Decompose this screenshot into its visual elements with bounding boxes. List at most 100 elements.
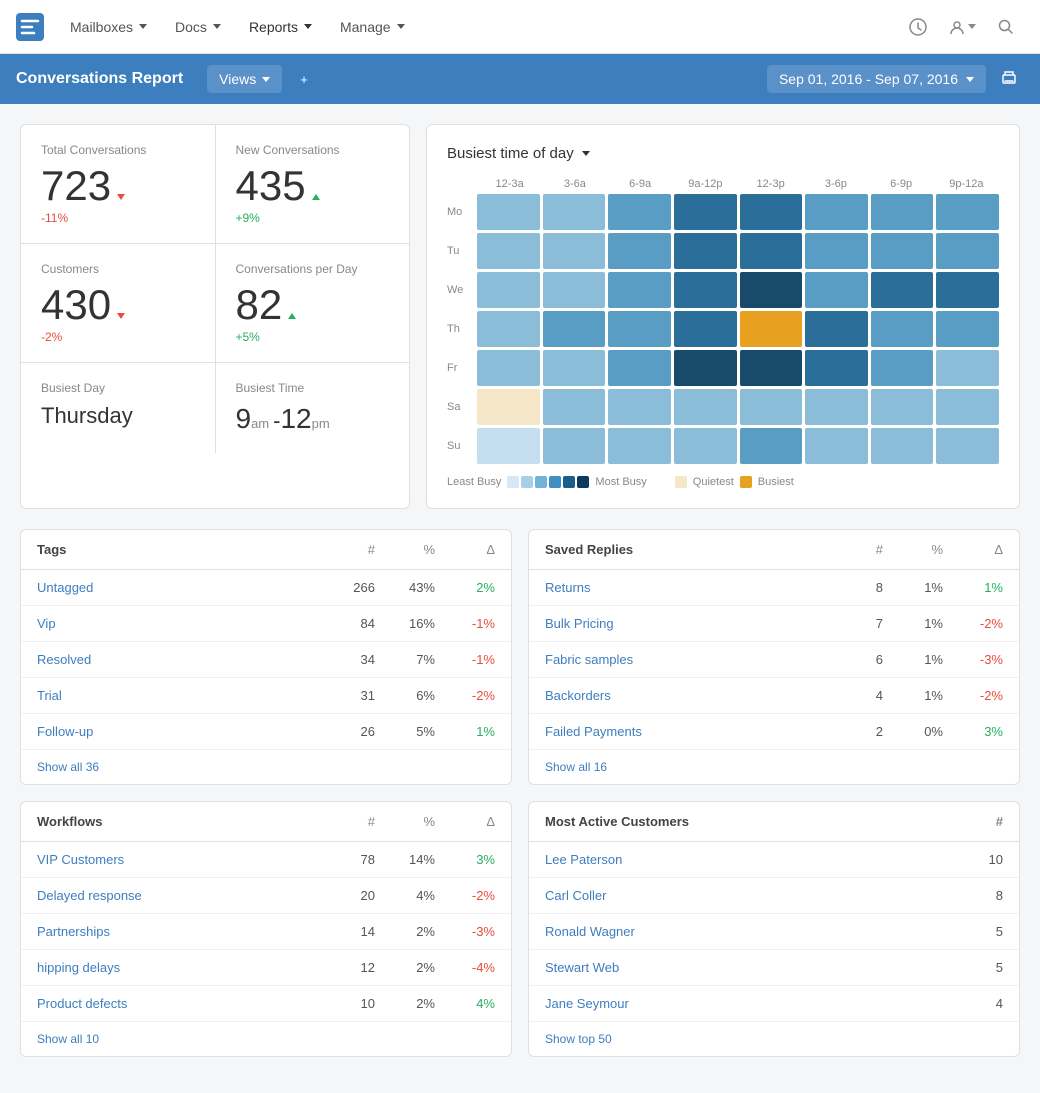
nav-docs[interactable]: Docs xyxy=(165,13,231,41)
nav-mailboxes[interactable]: Mailboxes xyxy=(60,13,157,41)
heatmap-cell[interactable] xyxy=(543,272,606,308)
heatmap-cell[interactable] xyxy=(871,428,934,464)
heatmap-cell[interactable] xyxy=(871,233,934,269)
heatmap-cell[interactable] xyxy=(805,350,868,386)
heatmap-cell[interactable] xyxy=(871,311,934,347)
heatmap-cell[interactable] xyxy=(543,350,606,386)
heatmap-cell[interactable] xyxy=(608,311,671,347)
nav-reports[interactable]: Reports xyxy=(239,13,322,41)
heatmap-cell[interactable] xyxy=(871,350,934,386)
tags-col-pct: % xyxy=(375,542,435,557)
heatmap-cell[interactable] xyxy=(608,194,671,230)
heatmap-cell[interactable] xyxy=(477,272,540,308)
table-cell-name[interactable]: Backorders xyxy=(545,688,823,703)
table-cell-name[interactable]: Returns xyxy=(545,580,823,595)
heatmap-cell[interactable] xyxy=(543,311,606,347)
table-cell-name[interactable]: Failed Payments xyxy=(545,724,823,739)
heatmap-cell[interactable] xyxy=(674,350,737,386)
heatmap-cell[interactable] xyxy=(805,272,868,308)
heatmap-cell[interactable] xyxy=(477,389,540,425)
logo[interactable] xyxy=(16,13,44,41)
heatmap-cell[interactable] xyxy=(805,389,868,425)
heatmap-cell[interactable] xyxy=(608,350,671,386)
heatmap-cell[interactable] xyxy=(805,311,868,347)
heatmap-cell[interactable] xyxy=(674,428,737,464)
quietest-label: Quietest xyxy=(693,476,734,488)
heatmap-cell[interactable] xyxy=(477,350,540,386)
heatmap-grid: 12-3a3-6a6-9a9a-12p12-3p3-6p6-9p9p-12aMo… xyxy=(447,178,999,464)
table-cell-name[interactable]: Untagged xyxy=(37,580,315,595)
date-range-picker[interactable]: Sep 01, 2016 - Sep 07, 2016 xyxy=(767,65,986,93)
table-cell-name[interactable]: Fabric samples xyxy=(545,652,823,667)
heatmap-cell[interactable] xyxy=(936,428,999,464)
heatmap-cell[interactable] xyxy=(674,194,737,230)
customers-show-all[interactable]: Show top 50 xyxy=(529,1021,1019,1056)
heatmap-cell[interactable] xyxy=(543,194,606,230)
table-cell-name[interactable]: Trial xyxy=(37,688,315,703)
heatmap-cell[interactable] xyxy=(871,194,934,230)
table-cell-name[interactable]: Follow-up xyxy=(37,724,315,739)
heatmap-cell[interactable] xyxy=(805,194,868,230)
heatmap-cell[interactable] xyxy=(936,194,999,230)
heatmap-cell[interactable] xyxy=(740,428,803,464)
notifications-button[interactable] xyxy=(900,9,936,45)
heatmap-cell[interactable] xyxy=(805,233,868,269)
table-cell-name[interactable]: Resolved xyxy=(37,652,315,667)
heatmap-cell[interactable] xyxy=(477,311,540,347)
print-button[interactable] xyxy=(994,63,1024,96)
workflows-show-all[interactable]: Show all 10 xyxy=(21,1021,511,1056)
saved-replies-show-all[interactable]: Show all 16 xyxy=(529,749,1019,784)
heatmap-cell[interactable] xyxy=(608,233,671,269)
heatmap-cell[interactable] xyxy=(740,272,803,308)
table-cell-name[interactable]: hipping delays xyxy=(37,960,315,975)
heatmap-cell[interactable] xyxy=(674,389,737,425)
account-button[interactable] xyxy=(944,9,980,45)
customer-name[interactable]: Ronald Wagner xyxy=(545,924,943,939)
customer-row: Stewart Web5 xyxy=(529,950,1019,986)
heatmap-cell[interactable] xyxy=(674,233,737,269)
heatmap-cell[interactable] xyxy=(871,389,934,425)
tags-show-all[interactable]: Show all 36 xyxy=(21,749,511,784)
heatmap-cell[interactable] xyxy=(871,272,934,308)
add-view-button[interactable]: + xyxy=(290,66,318,93)
heatmap-cell[interactable] xyxy=(543,389,606,425)
heatmap-cell[interactable] xyxy=(543,233,606,269)
heatmap-cell[interactable] xyxy=(674,272,737,308)
heatmap-cell[interactable] xyxy=(936,389,999,425)
heatmap-cell[interactable] xyxy=(674,311,737,347)
heatmap-cell[interactable] xyxy=(936,311,999,347)
table-cell-name[interactable]: Partnerships xyxy=(37,924,315,939)
table-cell-name[interactable]: Bulk Pricing xyxy=(545,616,823,631)
heatmap-cell[interactable] xyxy=(477,194,540,230)
heatmap-cell[interactable] xyxy=(740,194,803,230)
heatmap-title[interactable]: Busiest time of day xyxy=(447,145,999,162)
heatmap-cell[interactable] xyxy=(740,389,803,425)
heatmap-cell[interactable] xyxy=(608,272,671,308)
heatmap-cell[interactable] xyxy=(936,350,999,386)
table-cell-name[interactable]: VIP Customers xyxy=(37,852,315,867)
search-button[interactable] xyxy=(988,9,1024,45)
heatmap-cell[interactable] xyxy=(805,428,868,464)
heatmap-cell[interactable] xyxy=(608,428,671,464)
heatmap-cell[interactable] xyxy=(936,272,999,308)
heatmap-cell[interactable] xyxy=(543,428,606,464)
views-button[interactable]: Views xyxy=(207,65,282,93)
nav-manage[interactable]: Manage xyxy=(330,13,415,41)
heatmap-cell[interactable] xyxy=(740,233,803,269)
heatmap-cell[interactable] xyxy=(477,428,540,464)
per-day-label: Conversations per Day xyxy=(236,262,390,276)
customer-name[interactable]: Carl Coller xyxy=(545,888,943,903)
heatmap-cell[interactable] xyxy=(740,311,803,347)
table-cell-delta: -2% xyxy=(943,616,1003,631)
customer-name[interactable]: Stewart Web xyxy=(545,960,943,975)
table-cell-name[interactable]: Product defects xyxy=(37,996,315,1011)
heatmap-row: Mo xyxy=(447,194,999,230)
table-cell-name[interactable]: Vip xyxy=(37,616,315,631)
heatmap-cell[interactable] xyxy=(740,350,803,386)
heatmap-cell[interactable] xyxy=(477,233,540,269)
heatmap-cell[interactable] xyxy=(608,389,671,425)
heatmap-cell[interactable] xyxy=(936,233,999,269)
customer-name[interactable]: Lee Paterson xyxy=(545,852,943,867)
customer-name[interactable]: Jane Seymour xyxy=(545,996,943,1011)
table-cell-name[interactable]: Delayed response xyxy=(37,888,315,903)
